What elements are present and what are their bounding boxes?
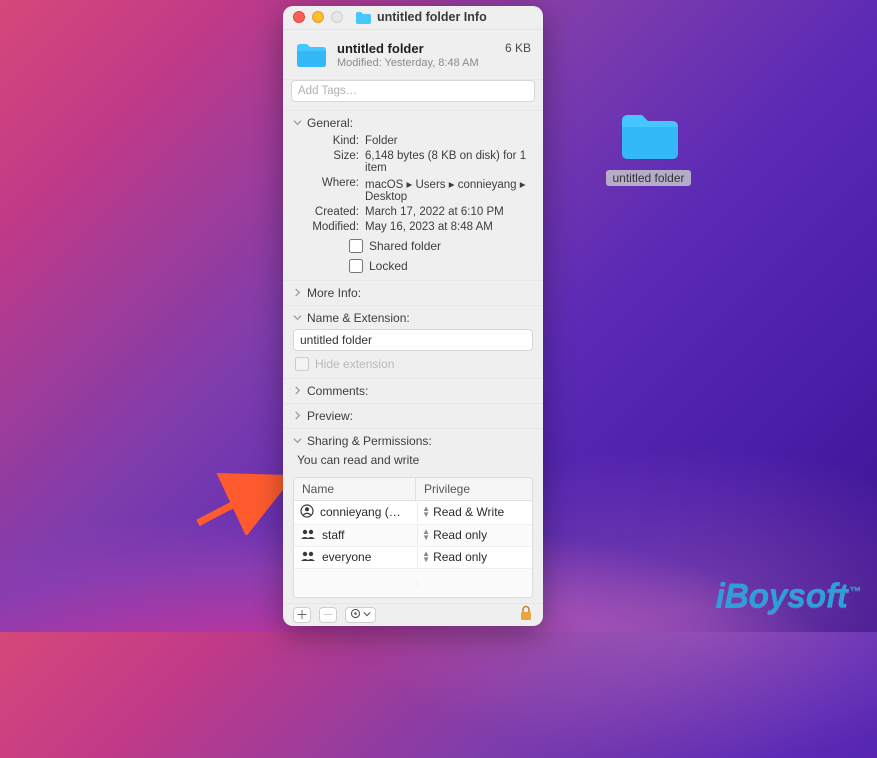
sharing-note: You can read and write [297,453,533,467]
close-button[interactable] [293,11,305,23]
folder-icon [295,39,327,71]
chevron-down-icon [293,436,302,445]
table-row[interactable]: connieyang (… ▲▼ Read & Write [294,501,532,525]
window-traffic-lights [293,11,343,23]
perm-privilege: Read only [433,550,487,564]
chevron-right-icon [293,288,302,297]
minimize-button[interactable] [312,11,324,23]
permissions-footer: ＋ － [283,603,543,627]
table-row[interactable]: everyone ▲▼ Read only [294,547,532,569]
label-modified: Modified: [305,221,359,233]
stepper-arrows-icon[interactable]: ▲▼ [422,551,430,563]
section-toggle-name-extension[interactable]: Name & Extension: [293,311,533,325]
shared-folder-checkbox[interactable]: Shared folder [349,239,533,253]
section-comments: Comments: [283,379,543,404]
value-created: March 17, 2022 at 6:10 PM [365,206,533,218]
add-user-button[interactable]: ＋ [293,607,311,623]
chevron-right-icon [293,411,302,420]
titlebar[interactable]: untitled folder Info [283,6,543,30]
section-more-info: More Info: [283,281,543,306]
table-row[interactable]: staff ▲▼ Read only [294,525,532,547]
label-size: Size: [305,150,359,174]
chevron-down-icon [363,609,371,621]
action-menu-button[interactable] [345,607,376,623]
section-general: General: Kind: Folder Size: 6,148 bytes … [283,111,543,281]
item-size-summary: 6 KB [505,41,531,55]
perm-name: connieyang (… [320,505,401,519]
section-sharing-permissions: Sharing & Permissions: You can read and … [283,429,543,603]
folder-icon [618,111,680,161]
window-title: untitled folder Info [377,10,487,24]
item-name: untitled folder [337,41,495,56]
name-extension-input[interactable] [293,329,533,351]
permissions-table: Name Privilege connieyang (… ▲▼ Read & W… [293,477,533,598]
person-circle-icon [300,504,314,521]
section-toggle-general[interactable]: General: [293,116,533,130]
section-name-extension: Name & Extension: Hide extension [283,306,543,379]
folder-icon [355,11,371,24]
item-modified-summary: Modified: Yesterday, 8:48 AM [337,57,495,69]
value-kind: Folder [365,135,533,147]
value-modified: May 16, 2023 at 8:48 AM [365,221,533,233]
desktop-folder-label: untitled folder [606,170,690,186]
locked-checkbox[interactable]: Locked [349,259,533,273]
perm-name: everyone [322,550,371,564]
section-toggle-preview[interactable]: Preview: [293,409,533,423]
get-info-window: untitled folder Info untitled folder Mod… [283,6,543,626]
watermark: iBoysoft™ [716,577,862,616]
label-where: Where: [305,177,359,203]
desktop-folder-item[interactable]: untitled folder [606,111,691,187]
perm-privilege: Read only [433,528,487,542]
chevron-down-icon [293,313,302,322]
column-header-privilege[interactable]: Privilege [415,478,532,500]
group-icon [300,550,316,565]
column-header-name[interactable]: Name [294,478,415,500]
remove-user-button: － [319,607,337,623]
value-size: 6,148 bytes (8 KB on disk) for 1 item [365,150,533,174]
section-toggle-sharing[interactable]: Sharing & Permissions: [293,434,533,448]
stepper-arrows-icon[interactable]: ▲▼ [422,529,430,541]
info-header: untitled folder Modified: Yesterday, 8:4… [283,30,543,80]
label-kind: Kind: [305,135,359,147]
section-preview: Preview: [283,404,543,429]
zoom-button [331,11,343,23]
perm-privilege: Read & Write [433,505,504,519]
tags-input[interactable] [291,80,535,102]
value-where: macOS ▸ Users ▸ connieyang ▸ Desktop [365,177,533,203]
perm-name: staff [322,528,344,542]
section-toggle-more-info[interactable]: More Info: [293,286,533,300]
hide-extension-checkbox: Hide extension [295,357,533,371]
group-icon [300,528,316,543]
chevron-right-icon [293,386,302,395]
chevron-down-icon [293,118,302,127]
stepper-arrows-icon[interactable]: ▲▼ [422,506,430,518]
lock-icon[interactable] [519,605,533,624]
gear-icon [350,608,361,622]
section-toggle-comments[interactable]: Comments: [293,384,533,398]
label-created: Created: [305,206,359,218]
table-row-empty [294,569,532,597]
